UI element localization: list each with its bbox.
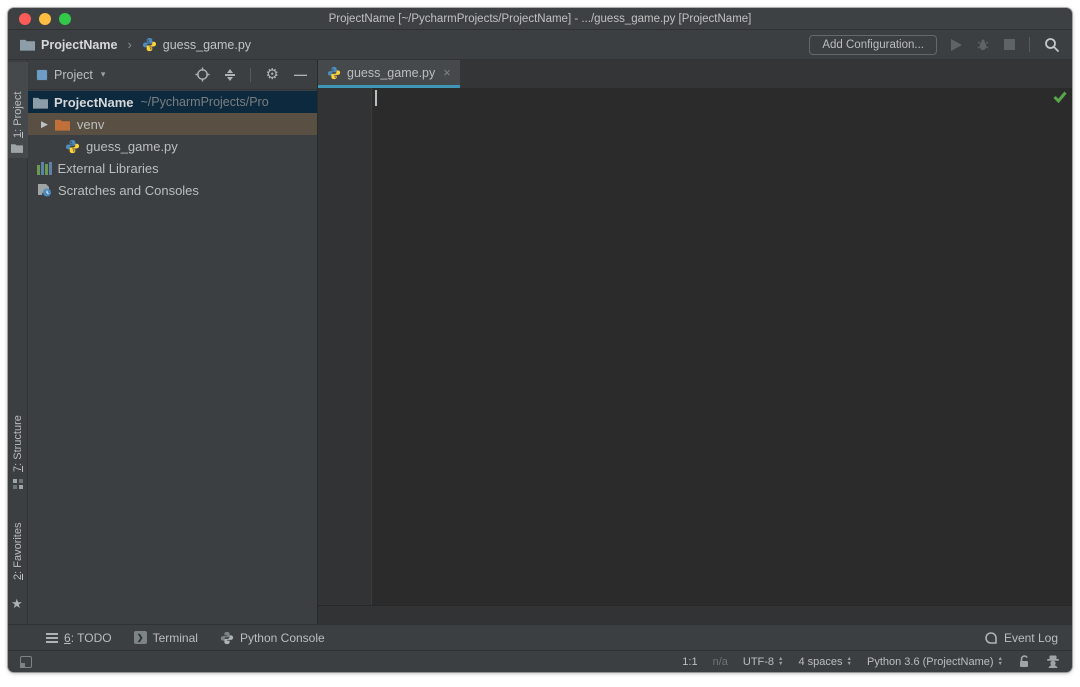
title-bar: ProjectName [~/PycharmProjects/ProjectNa… — [8, 8, 1072, 30]
inspections-ok-icon[interactable] — [1053, 91, 1067, 103]
pycharm-window: ProjectName [~/PycharmProjects/ProjectNa… — [8, 8, 1072, 672]
hide-panel-icon[interactable]: — — [294, 67, 307, 82]
event-log-button[interactable]: Event Log — [984, 631, 1058, 645]
folder-icon — [20, 38, 35, 51]
tree-item-name: venv — [76, 116, 105, 132]
project-view-selector[interactable]: Project ▾ — [36, 68, 105, 82]
project-panel-header: Project ▾ ⚙ — — [28, 60, 317, 90]
terminal-tool-button[interactable]: ❯ Terminal — [133, 631, 198, 645]
tree-row-venv[interactable]: ▶ venv — [28, 113, 317, 135]
chevron-updown-icon: ▲ ▼ — [778, 656, 784, 667]
favorites-star-icon[interactable]: ★ — [11, 597, 23, 610]
chevron-down-icon: ▾ — [100, 69, 106, 79]
debug-icon[interactable] — [976, 38, 990, 52]
breadcrumb-file[interactable]: guess_game.py — [163, 38, 251, 52]
zoom-window-button[interactable] — [59, 12, 71, 25]
event-log-icon — [984, 631, 998, 645]
locate-file-icon[interactable] — [195, 67, 210, 82]
caret-position-widget[interactable]: 1:1 — [682, 656, 697, 668]
project-tree: ProjectName ~/PycharmProjects/Pro ▶ venv… — [28, 90, 317, 624]
status-bar: 1:1 n/a UTF-8 ▲ ▼ 4 spaces ▲ ▼ Python 3.6 … — [8, 650, 1072, 672]
tree-row-guess-game[interactable]: guess_game.py — [28, 135, 317, 157]
gear-icon[interactable]: ⚙ — [266, 67, 279, 82]
close-window-button[interactable] — [19, 12, 31, 25]
excluded-folder-icon — [54, 118, 70, 131]
code-editor[interactable] — [318, 88, 1072, 605]
encoding-widget[interactable]: UTF-8 ▲ ▼ — [743, 656, 784, 668]
window-title: ProjectName [~/PycharmProjects/ProjectNa… — [328, 12, 752, 25]
folder-icon — [33, 96, 48, 109]
python-file-icon — [65, 139, 80, 154]
python-console-tool-button[interactable]: Python Console — [220, 631, 325, 645]
editor-area: guess_game.py × — [318, 60, 1072, 624]
tree-item-name: Scratches and Consoles — [58, 182, 199, 198]
project-view-icon — [36, 68, 48, 81]
python-console-icon — [220, 631, 234, 645]
tree-item-name: ProjectName — [54, 94, 134, 110]
chevron-updown-icon: ▲ ▼ — [997, 656, 1003, 667]
status-widgets: 1:1 n/a UTF-8 ▲ ▼ 4 spaces ▲ ▼ Python 3.6 … — [682, 655, 1060, 668]
python-file-icon — [327, 66, 341, 80]
search-everywhere-icon[interactable] — [1044, 37, 1060, 53]
project-view-label: Project — [54, 67, 93, 82]
tree-row-external-libraries[interactable]: External Libraries — [28, 157, 317, 179]
run-toolbar: Add Configuration... — [809, 34, 1060, 55]
expand-arrow-icon[interactable]: ▶ — [41, 119, 48, 130]
toolbar-divider — [1029, 37, 1030, 52]
breadcrumb-separator-icon: › — [127, 37, 132, 52]
tool-window-quick-access-icon[interactable] — [20, 655, 32, 668]
editor-tab-guess-game[interactable]: guess_game.py × — [318, 60, 460, 88]
breadcrumb: ProjectName › guess_game.py — [20, 37, 251, 52]
tree-item-name: External Libraries — [57, 160, 159, 176]
add-configuration-button[interactable]: Add Configuration... — [809, 34, 937, 55]
run-icon[interactable] — [951, 38, 962, 51]
editor-caret — [375, 90, 377, 106]
stop-icon[interactable] — [1004, 39, 1015, 50]
panel-toolbar-divider — [249, 67, 251, 82]
structure-stripe-icon[interactable] — [13, 479, 17, 483]
scratches-icon — [37, 183, 52, 197]
external-libraries-icon — [37, 161, 52, 175]
project-stripe-folder-icon[interactable] — [11, 143, 23, 153]
tree-item-name: guess_game.py — [86, 138, 178, 154]
tool-window-stripe: 1: Project 7: Structure 2: Favorites ★ — [8, 60, 28, 624]
main-area: 1: Project 7: Structure 2: Favorites ★ P… — [8, 60, 1072, 624]
editor-tab-bar: guess_game.py × — [318, 60, 1072, 88]
tree-item-path: ~/PycharmProjects/Pro — [140, 95, 269, 109]
lock-icon[interactable] — [1018, 655, 1031, 668]
chevron-updown-icon: ▲ ▼ — [846, 656, 852, 667]
terminal-icon: ❯ — [133, 631, 147, 644]
stripe-tab-structure[interactable]: 7: Structure — [12, 415, 24, 472]
todo-list-icon — [46, 632, 58, 643]
editor-breadcrumbs-bar — [318, 605, 1072, 624]
navigation-bar: ProjectName › guess_game.py Add Configur… — [8, 30, 1072, 60]
interpreter-widget[interactable]: Python 3.6 (ProjectName) ▲ ▼ — [867, 656, 1003, 668]
python-file-icon — [142, 37, 157, 52]
stripe-tab-project[interactable]: 1: Project — [12, 92, 24, 138]
stripe-tab-favorites[interactable]: 2: Favorites — [12, 523, 24, 580]
inspection-profile-icon[interactable] — [1046, 655, 1060, 668]
minimize-window-button[interactable] — [39, 12, 51, 25]
line-separator-widget: n/a — [712, 655, 728, 668]
breadcrumb-project[interactable]: ProjectName — [41, 38, 117, 52]
indent-widget[interactable]: 4 spaces ▲ ▼ — [799, 656, 852, 668]
tab-label: guess_game.py — [347, 65, 436, 80]
close-icon[interactable]: × — [443, 66, 451, 79]
collapse-all-icon[interactable] — [224, 68, 235, 81]
tree-row-scratches[interactable]: Scratches and Consoles — [28, 179, 317, 201]
editor-gutter[interactable] — [318, 88, 372, 605]
tree-row-project-root[interactable]: ProjectName ~/PycharmProjects/Pro — [28, 91, 317, 113]
project-tool-window: Project ▾ ⚙ — ProjectName ~/PycharmProje… — [28, 60, 318, 624]
traffic-lights — [19, 12, 71, 25]
bottom-tool-window-bar: 6: TODO ❯ Terminal Python Console Event … — [8, 624, 1072, 650]
project-panel-toolbar: ⚙ — — [195, 67, 307, 82]
todo-tool-button[interactable]: 6: TODO — [46, 631, 112, 645]
